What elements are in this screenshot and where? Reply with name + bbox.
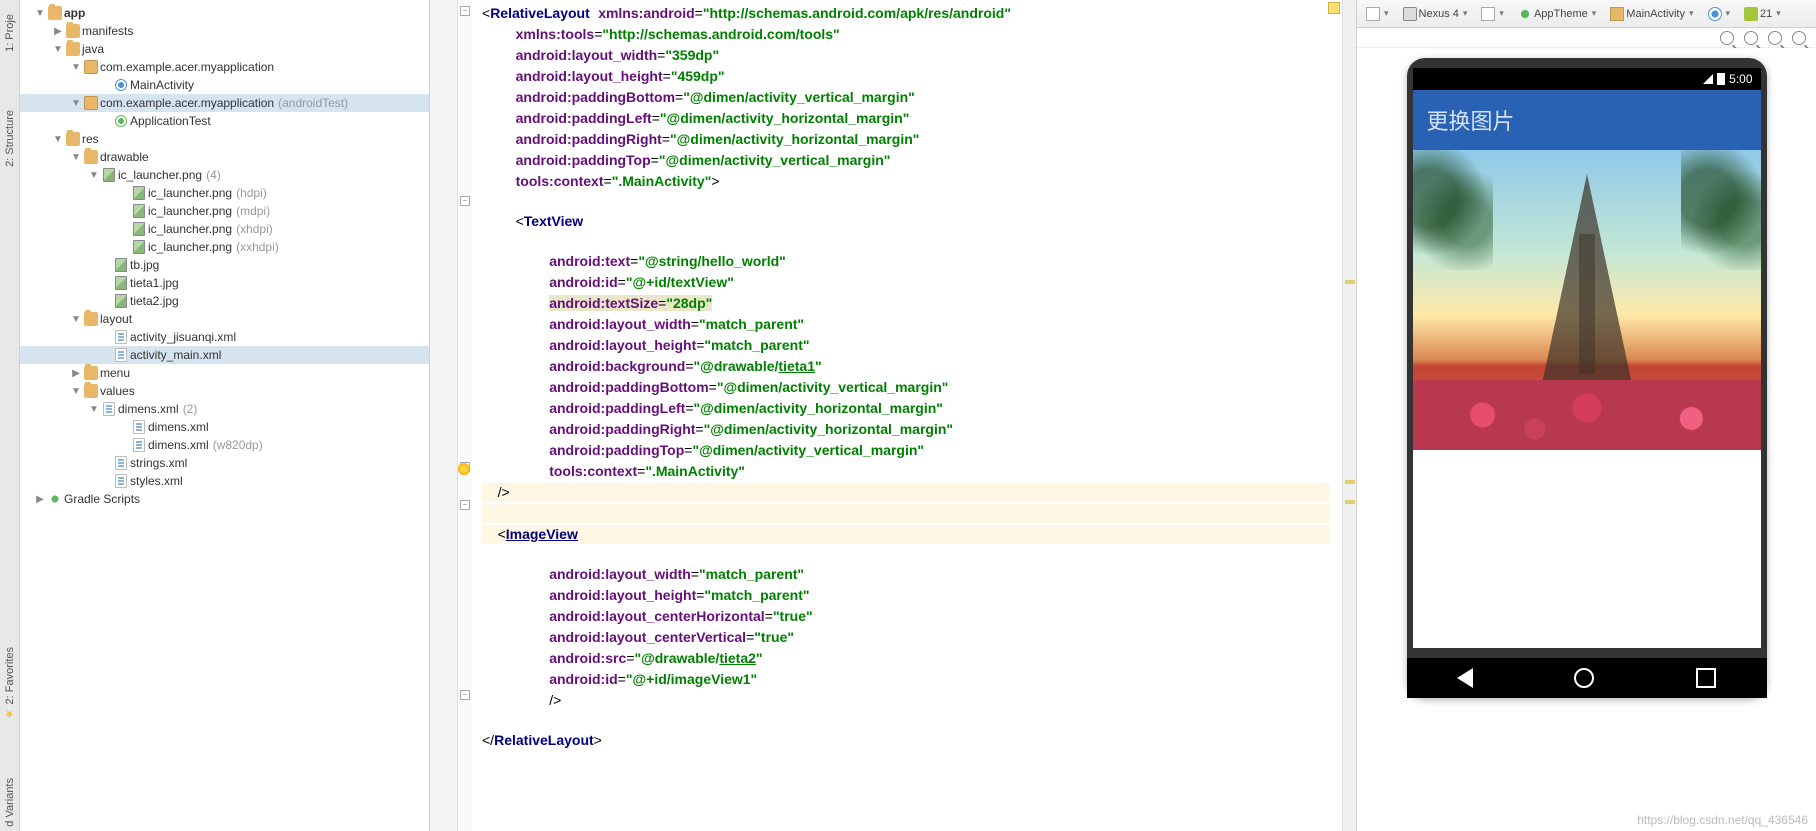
- tree-node-tb[interactable]: tb.jpg: [20, 256, 429, 274]
- palette-dropdown[interactable]: [1363, 5, 1392, 23]
- nav-back-icon[interactable]: [1457, 668, 1473, 688]
- nav-home-icon[interactable]: [1574, 668, 1594, 688]
- tree-node-iclauncher-xhdpi[interactable]: ic_launcher.png(xhdpi): [20, 220, 429, 238]
- editor-gutter: [430, 0, 458, 831]
- project-tree-panel: app manifests java com.example.acer.myap…: [20, 0, 430, 831]
- tree-node-iclauncher-hdpi[interactable]: ic_launcher.png(hdpi): [20, 184, 429, 202]
- preview-image: [1413, 150, 1761, 450]
- app-bar: 更换图片: [1413, 90, 1761, 150]
- layout-preview-panel: Nexus 4 AppTheme MainActivity 21 5:00 更换…: [1356, 0, 1816, 831]
- tree-node-package-main[interactable]: com.example.acer.myapplication: [20, 58, 429, 76]
- theme-dropdown[interactable]: AppTheme: [1515, 5, 1599, 23]
- side-tab-variants[interactable]: d Variants: [4, 774, 16, 831]
- code-content[interactable]: <RelativeLayout xmlns:android="http://sc…: [474, 0, 1338, 831]
- tree-node-drawable[interactable]: drawable: [20, 148, 429, 166]
- locale-dropdown[interactable]: [1705, 5, 1734, 23]
- zoom-in-icon[interactable]: [1720, 31, 1734, 45]
- tree-node-manifests[interactable]: manifests: [20, 22, 429, 40]
- preview-canvas[interactable]: 5:00 更换图片 https://blog.csdn.net/qq: [1357, 48, 1816, 831]
- editor-fold-strip: − − − − −: [458, 0, 472, 831]
- watermark-text: https://blog.csdn.net/qq_436546: [1637, 813, 1808, 827]
- preview-zoom-bar: [1357, 28, 1816, 48]
- preview-toolbar: Nexus 4 AppTheme MainActivity 21: [1357, 0, 1816, 28]
- activity-dropdown[interactable]: MainActivity: [1607, 5, 1696, 23]
- tree-node-mainactivity[interactable]: MainActivity: [20, 76, 429, 94]
- tree-node-app[interactable]: app: [20, 4, 429, 22]
- zoom-out-icon[interactable]: [1744, 31, 1758, 45]
- tree-node-package-test[interactable]: com.example.acer.myapplication(androidTe…: [20, 94, 429, 112]
- tree-node-iclauncher-xxhdpi[interactable]: ic_launcher.png(xxhdpi): [20, 238, 429, 256]
- tree-node-values[interactable]: values: [20, 382, 429, 400]
- side-tab-favorites[interactable]: ★ 2: Favorites: [3, 643, 16, 725]
- tree-node-styles[interactable]: styles.xml: [20, 472, 429, 490]
- tree-node-res[interactable]: res: [20, 130, 429, 148]
- photo-foliage-right: [1681, 150, 1761, 270]
- tree-node-dimens1[interactable]: dimens.xml: [20, 418, 429, 436]
- zoom-fit-icon[interactable]: [1768, 31, 1782, 45]
- tree-node-tieta2[interactable]: tieta2.jpg: [20, 292, 429, 310]
- tree-node-dimens-group[interactable]: dimens.xml(2): [20, 400, 429, 418]
- tree-node-applicationtest[interactable]: ApplicationTest: [20, 112, 429, 130]
- photo-flowers: [1413, 380, 1761, 450]
- tree-node-iclauncher-group[interactable]: ic_launcher.png(4): [20, 166, 429, 184]
- left-tool-strip: 1: Proje 2: Structure ★ 2: Favorites d V…: [0, 0, 20, 831]
- fold-toggle-icon[interactable]: −: [460, 500, 470, 510]
- status-time: 5:00: [1729, 72, 1752, 86]
- nav-recent-icon[interactable]: [1696, 668, 1716, 688]
- tree-node-dimens2[interactable]: dimens.xml(w820dp): [20, 436, 429, 454]
- tree-node-strings[interactable]: strings.xml: [20, 454, 429, 472]
- tree-node-menu[interactable]: menu: [20, 364, 429, 382]
- lightbulb-icon[interactable]: [458, 463, 470, 475]
- tree-node-layout[interactable]: layout: [20, 310, 429, 328]
- code-editor[interactable]: − − − − − <RelativeLayout xmlns:android=…: [430, 0, 1356, 831]
- orientation-dropdown[interactable]: [1478, 5, 1507, 23]
- side-tab-structure[interactable]: 2: Structure: [4, 106, 16, 171]
- fold-toggle-icon[interactable]: −: [460, 6, 470, 16]
- app-content: [1413, 150, 1761, 648]
- side-tab-project[interactable]: 1: Proje: [4, 10, 16, 56]
- tree-node-activity-main[interactable]: activity_main.xml: [20, 346, 429, 364]
- zoom-actual-icon[interactable]: [1792, 31, 1806, 45]
- signal-icon: [1703, 74, 1713, 84]
- app-title: 更换图片: [1427, 104, 1515, 136]
- tree-node-activity-jisuanqi[interactable]: activity_jisuanqi.xml: [20, 328, 429, 346]
- device-nav-bar: [1407, 658, 1767, 698]
- battery-icon: [1717, 73, 1725, 85]
- device-dropdown[interactable]: Nexus 4: [1400, 5, 1471, 23]
- tree-node-java[interactable]: java: [20, 40, 429, 58]
- tree-node-gradle-scripts[interactable]: Gradle Scripts: [20, 490, 429, 508]
- status-bar: 5:00: [1413, 68, 1761, 90]
- tree-node-iclauncher-mdpi[interactable]: ic_launcher.png(mdpi): [20, 202, 429, 220]
- fold-toggle-icon[interactable]: −: [460, 690, 470, 700]
- tree-node-tieta1[interactable]: tieta1.jpg: [20, 274, 429, 292]
- api-dropdown[interactable]: 21: [1741, 5, 1784, 23]
- fold-toggle-icon[interactable]: −: [460, 196, 470, 206]
- device-screen: 5:00 更换图片: [1413, 68, 1761, 648]
- photo-foliage-left: [1413, 150, 1493, 270]
- photo-eiffel-tower: [1542, 174, 1632, 384]
- error-stripe[interactable]: [1342, 0, 1356, 831]
- device-frame: 5:00 更换图片: [1407, 58, 1767, 698]
